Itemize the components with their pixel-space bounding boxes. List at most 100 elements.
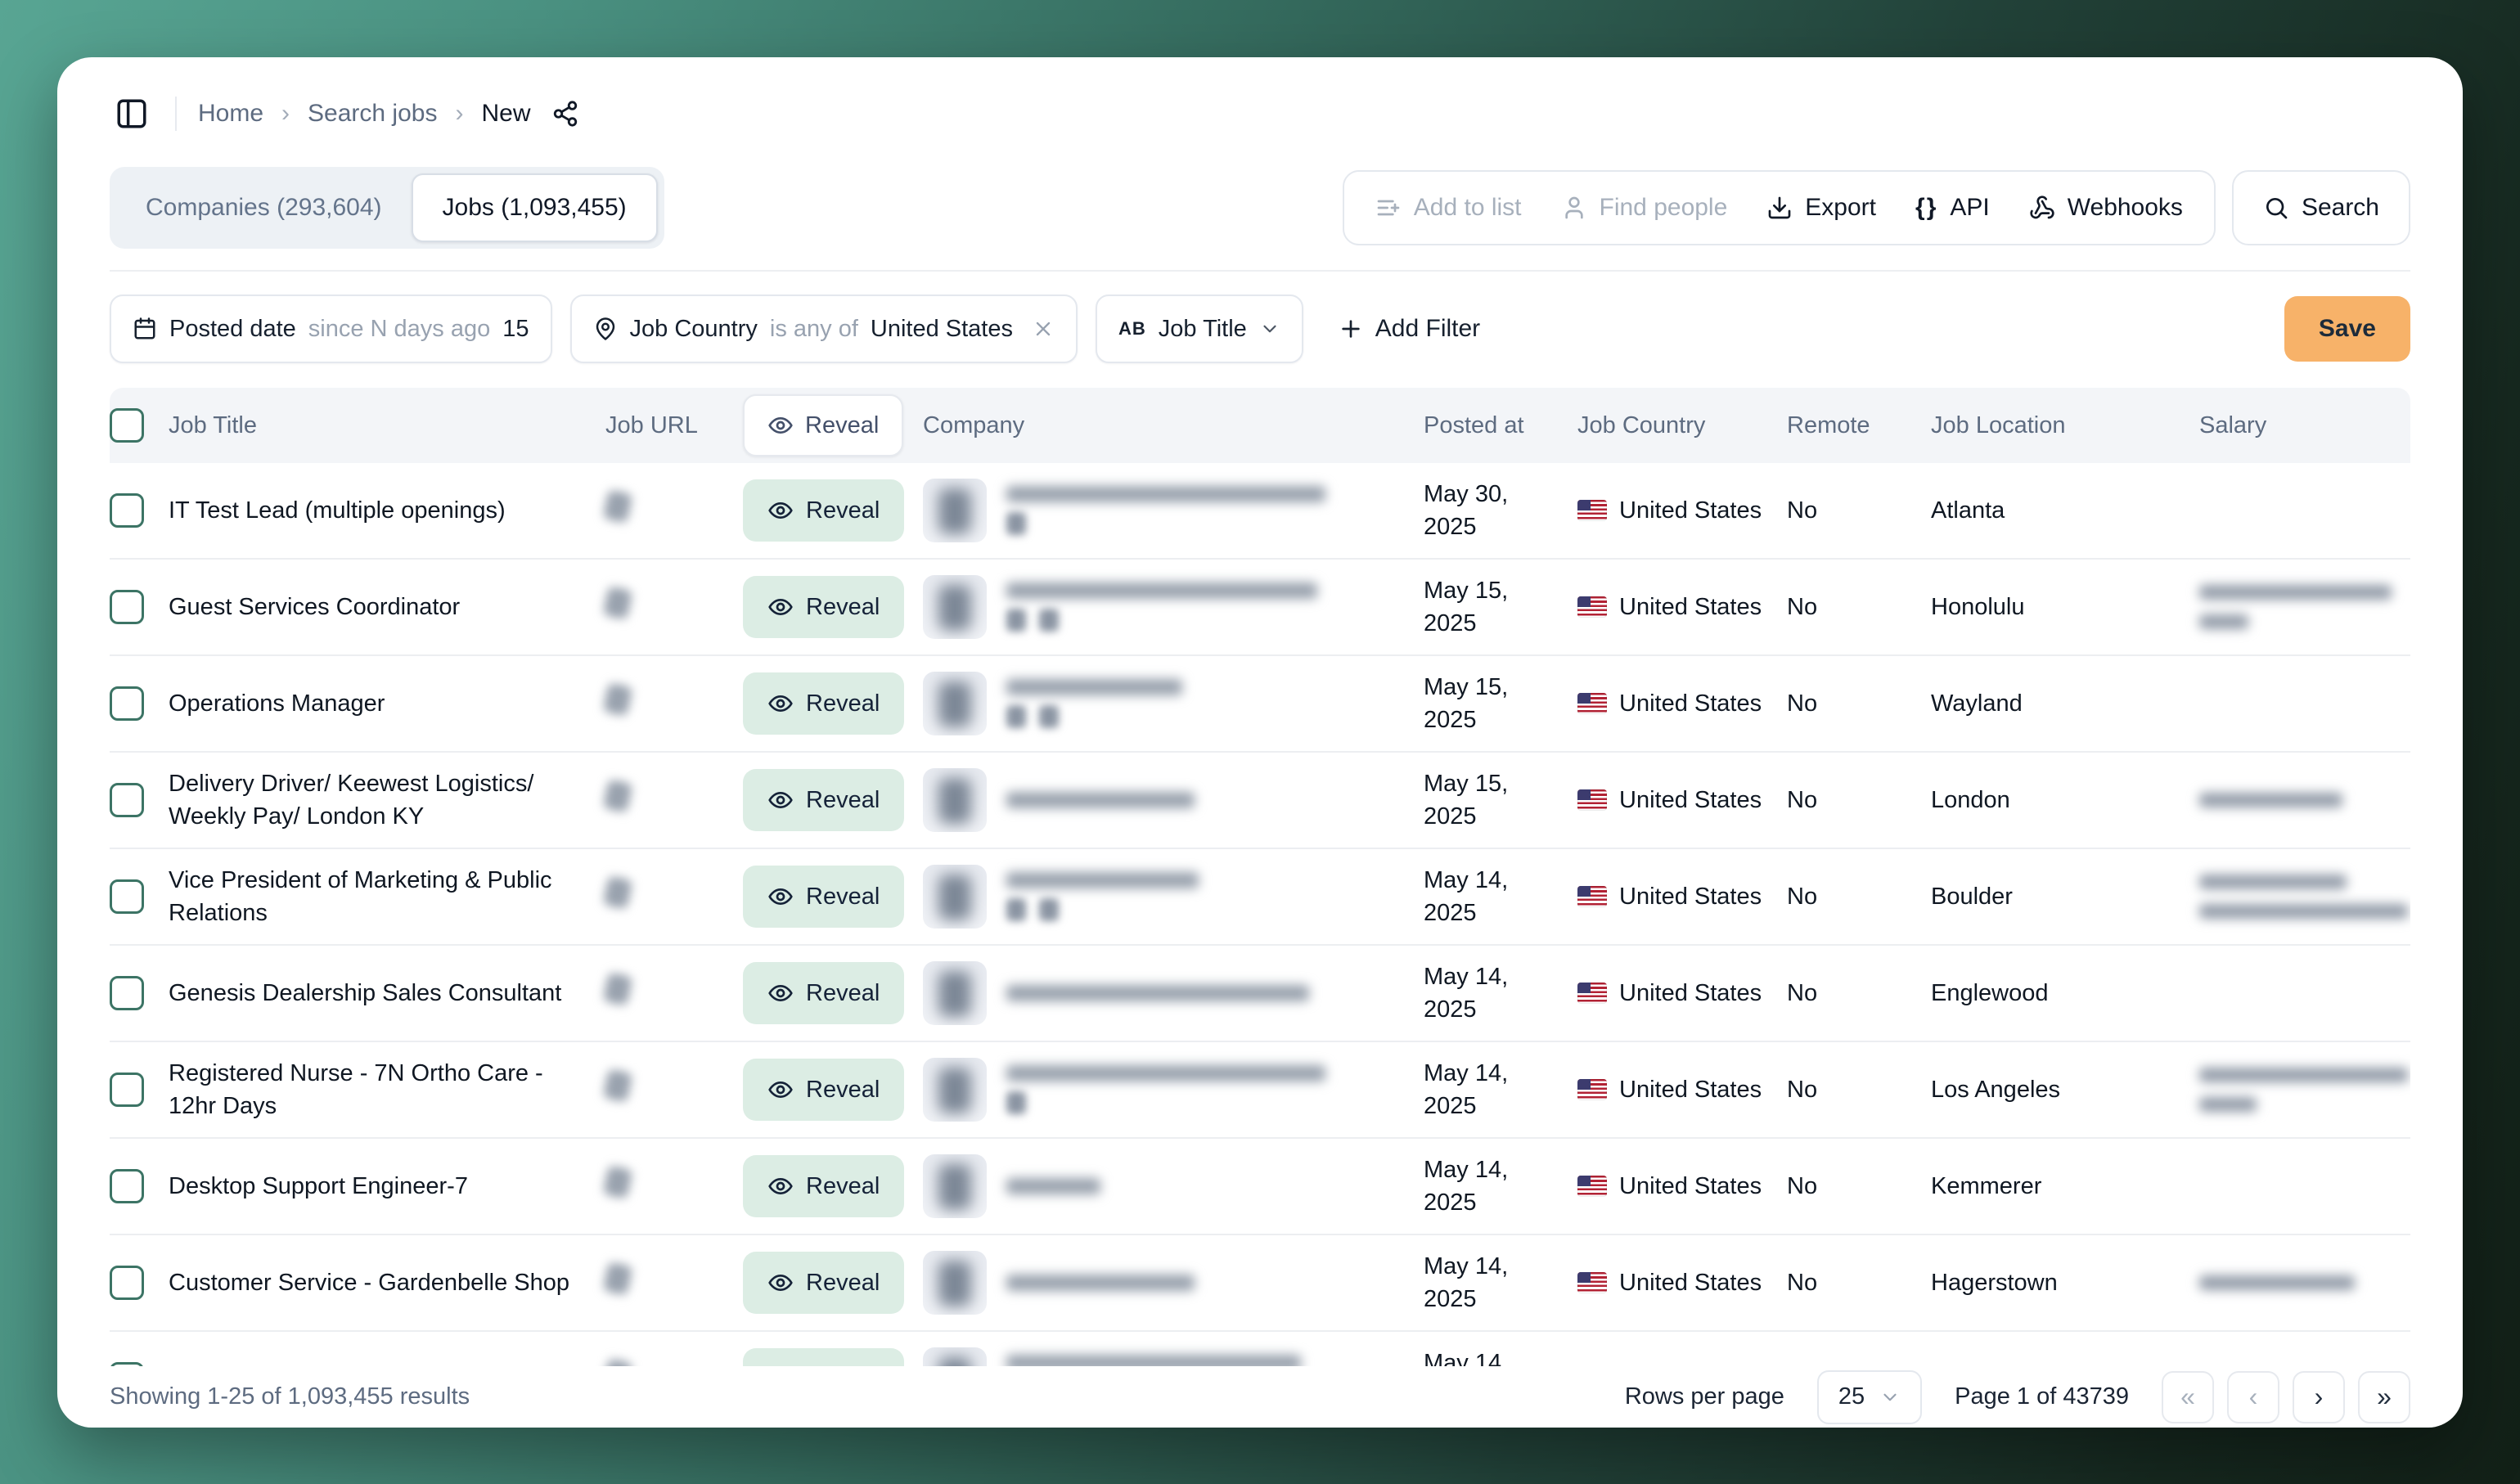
row-checkbox[interactable] (110, 879, 144, 914)
breadcrumb-search-jobs[interactable]: Search jobs (308, 100, 437, 128)
table-row[interactable]: Operations Manager Reveal May 15, 2025 U… (110, 656, 2410, 753)
header-job-country[interactable]: Job Country (1577, 412, 1787, 439)
eye-icon (767, 690, 794, 717)
tab-companies[interactable]: Companies (293,604) (116, 173, 412, 242)
next-page-button[interactable]: › (2293, 1371, 2345, 1423)
row-checkbox[interactable] (110, 783, 144, 817)
remote-cell: No (1787, 494, 1931, 527)
company-name-redacted (1006, 1065, 1325, 1082)
sidebar-toggle-button[interactable] (110, 92, 154, 136)
header-job-url[interactable]: Job URL (605, 412, 743, 439)
breadcrumb-home[interactable]: Home (198, 100, 263, 128)
row-checkbox[interactable] (110, 1073, 144, 1107)
header-company[interactable]: Company (923, 412, 1424, 439)
eye-icon (767, 1077, 794, 1103)
share-icon[interactable] (551, 100, 579, 128)
filter-job-country[interactable]: Job Country is any of United States (570, 295, 1078, 363)
company-link-redacted-icon (1039, 609, 1059, 632)
job-url-redacted-icon[interactable] (603, 1261, 633, 1295)
remove-filter-icon[interactable] (1032, 317, 1055, 340)
job-country-cell: United States (1577, 1170, 1787, 1203)
last-page-button[interactable]: » (2358, 1371, 2410, 1423)
job-title-cell: Guest Services Coordinator (169, 591, 605, 623)
webhooks-button[interactable]: Webhooks (2029, 194, 2183, 222)
reveal-button[interactable]: Reveal (743, 672, 904, 735)
table-row[interactable]: Delivery Driver/ Keewest Logistics/ Week… (110, 753, 2410, 849)
reveal-button[interactable]: Reveal (743, 866, 904, 928)
job-country-cell: United States (1577, 784, 1787, 816)
job-title-cell: Desktop Support Engineer-7 (169, 1170, 605, 1203)
header-job-location[interactable]: Job Location (1931, 412, 2199, 439)
search-button[interactable]: Search (2232, 170, 2410, 245)
chevron-right-icon: › (455, 100, 463, 128)
select-all-checkbox[interactable] (110, 408, 144, 443)
job-title-cell: Vice President of Marketing & Public Rel… (169, 864, 605, 929)
header-salary[interactable]: Salary (2199, 412, 2410, 439)
salary-redacted (2199, 875, 2347, 889)
reveal-button[interactable]: Reveal (743, 769, 904, 831)
table-row[interactable]: Desktop Support Engineer-7 Reveal May 14… (110, 1139, 2410, 1235)
header-job-title[interactable]: Job Title (169, 412, 605, 439)
job-url-redacted-icon[interactable] (603, 1358, 633, 1366)
rows-per-page-select[interactable]: 25 (1817, 1370, 1922, 1424)
job-url-redacted-icon[interactable] (603, 1165, 633, 1198)
api-button[interactable]: {} API (1915, 194, 1990, 222)
entity-tabs: Companies (293,604) Jobs (1,093,455) (110, 167, 664, 249)
breadcrumb-current: New (481, 100, 530, 128)
salary-redacted (2199, 793, 2342, 807)
job-url-redacted-icon[interactable] (603, 972, 633, 1005)
company-logo-redacted (923, 1347, 987, 1366)
table-row[interactable]: Genesis Dealership Sales Consultant Reve… (110, 946, 2410, 1042)
reveal-button[interactable]: Reveal (743, 1348, 904, 1366)
breadcrumb: Home › Search jobs › New (198, 100, 579, 128)
reveal-button[interactable]: Reveal (743, 576, 904, 638)
row-checkbox[interactable] (110, 1266, 144, 1300)
company-link-redacted-icon (1006, 898, 1026, 921)
table-row[interactable]: Guest Services Coordinator Reveal May 15… (110, 560, 2410, 656)
download-icon (1766, 195, 1793, 221)
remote-cell: No (1787, 591, 1931, 623)
company-logo-redacted (923, 479, 987, 542)
posted-at-cell: May 14, 2025 (1424, 1057, 1577, 1122)
first-page-button[interactable]: « (2162, 1371, 2214, 1423)
header-posted-at[interactable]: Posted at (1424, 412, 1577, 439)
save-button[interactable]: Save (2284, 296, 2410, 362)
export-button[interactable]: Export (1766, 194, 1876, 222)
job-url-redacted-icon[interactable] (603, 875, 633, 909)
row-checkbox[interactable] (110, 493, 144, 528)
filter-posted-date[interactable]: Posted date since N days ago 15 (110, 295, 552, 363)
reveal-all-button[interactable]: Reveal (743, 394, 903, 456)
table-row[interactable]: Registered Nurse - 7N Ortho Care - 12hr … (110, 1042, 2410, 1139)
row-checkbox[interactable] (110, 1169, 144, 1203)
salary-redacted (2199, 1068, 2408, 1082)
table-row[interactable]: Adjunct in Environmental Reveal May 14, … (110, 1332, 2410, 1366)
row-checkbox[interactable] (110, 686, 144, 721)
tab-jobs[interactable]: Jobs (1,093,455) (412, 173, 658, 242)
table-row[interactable]: IT Test Lead (multiple openings) Reveal … (110, 463, 2410, 560)
prev-page-button[interactable]: ‹ (2227, 1371, 2279, 1423)
row-checkbox[interactable] (110, 976, 144, 1010)
reveal-button[interactable]: Reveal (743, 962, 904, 1024)
reveal-button[interactable]: Reveal (743, 1155, 904, 1217)
reveal-button[interactable]: Reveal (743, 1252, 904, 1314)
header-remote[interactable]: Remote (1787, 412, 1931, 439)
table-row[interactable]: Vice President of Marketing & Public Rel… (110, 849, 2410, 946)
add-to-list-button[interactable]: Add to list (1375, 194, 1522, 222)
job-url-redacted-icon[interactable] (603, 1068, 633, 1102)
job-url-redacted-icon[interactable] (603, 682, 633, 716)
job-title-cell: Operations Manager (169, 687, 605, 720)
add-filter-button[interactable]: Add Filter (1333, 314, 1485, 344)
reveal-button[interactable]: Reveal (743, 1059, 904, 1121)
company-name-redacted (1006, 792, 1195, 808)
company-cell (923, 479, 1424, 542)
reveal-button[interactable]: Reveal (743, 479, 904, 542)
company-logo-redacted (923, 575, 987, 639)
find-people-button[interactable]: Find people (1561, 194, 1728, 222)
filter-job-title[interactable]: AB Job Title (1096, 295, 1303, 363)
table-row[interactable]: Customer Service - Gardenbelle Shop Reve… (110, 1235, 2410, 1332)
row-checkbox[interactable] (110, 590, 144, 624)
job-url-redacted-icon[interactable] (603, 489, 633, 523)
job-url-redacted-icon[interactable] (603, 586, 633, 619)
job-url-redacted-icon[interactable] (603, 779, 633, 812)
salary-cell (2199, 1275, 2410, 1290)
